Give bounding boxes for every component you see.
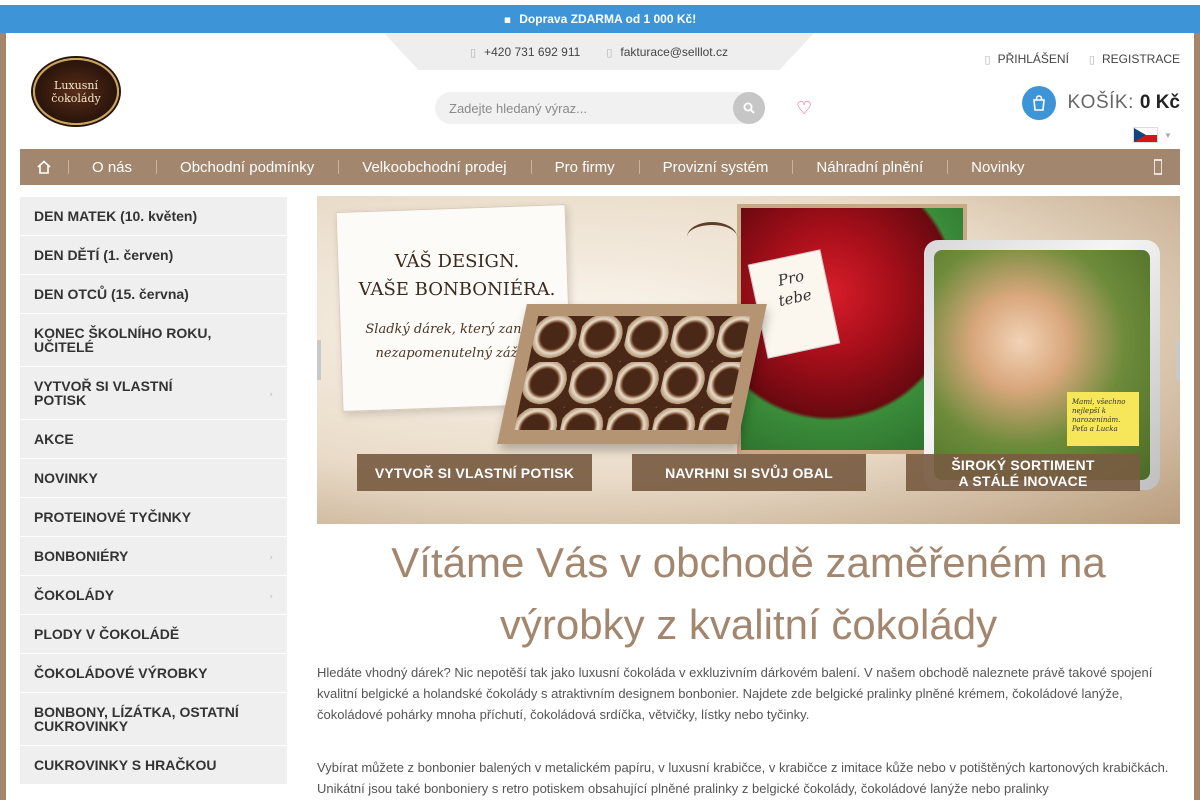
login-label: PŘIHLÁŠENÍ [997, 52, 1069, 66]
sidebar-item-chocolates[interactable]: ČOKOLÁDY › [20, 576, 287, 615]
hero-arrow-graphic [687, 222, 737, 252]
logo-line-1: Luxusní [54, 78, 98, 92]
sidebar-item-label: CUKROVINKY S HRAČKOU [34, 757, 217, 773]
search-icon [743, 102, 755, 114]
category-sidebar: DEN MATEK (10. květen) DEN DĚTÍ (1. červ… [20, 197, 287, 785]
cta-wide-assortment-line-2: A STÁLÉ INOVACE [958, 472, 1088, 489]
login-link[interactable]: ▯ PŘIHLÁŠENÍ [985, 52, 1069, 66]
chevron-right-icon: › [269, 553, 273, 563]
cart-icon [1021, 86, 1056, 120]
phone-contact[interactable]: ▯ +420 731 692 911 [470, 45, 580, 59]
cta-wide-assortment-line-1: ŠIROKÝ SORTIMENT [951, 456, 1095, 473]
hero-card-title: VÁŠ DESIGN. VAŠE BONBONIÉRA. [357, 248, 557, 304]
search-box [435, 92, 765, 124]
menu-icon [1154, 159, 1162, 175]
promo-text: Doprava ZDARMA od 1 000 Kč! [519, 12, 697, 26]
czech-flag-icon [1133, 127, 1158, 143]
cta-wide-assortment[interactable]: ŠIROKÝ SORTIMENT A STÁLÉ INOVACE [906, 454, 1140, 491]
intro-paragraph-1: Hledáte vhodný dárek? Nic nepotěší tak j… [317, 665, 1153, 722]
sidebar-item-label: ČOKOLÁDY [34, 587, 115, 603]
language-selector[interactable]: ▼ [1133, 127, 1172, 143]
truck-icon: ▪ [503, 12, 512, 26]
cta-design-cover[interactable]: NAVRHNI SI SVŮJ OBAL [632, 454, 866, 491]
sidebar-item-label: BONBONY, LÍZÁTKA, OSTATNÍ CUKROVINKY [34, 704, 239, 734]
site-logo[interactable]: Luxusní čokolády [33, 58, 119, 125]
search-input[interactable] [449, 92, 729, 124]
sidebar-item-new[interactable]: NOVINKY [20, 459, 287, 498]
home-link[interactable] [20, 149, 68, 185]
sidebar-item-label: ČOKOLÁDOVÉ VÝROBKY [34, 665, 208, 681]
promo-bar: ▪ Doprava ZDARMA od 1 000 Kč! [0, 5, 1200, 33]
logo-line-2: čokolády [51, 91, 101, 105]
slider-next-button[interactable] [1176, 340, 1180, 380]
photo-note: Mami, všechno nejlepší k narozeninám. Pe… [1067, 392, 1139, 446]
cta-custom-print[interactable]: VYTVOŘ SI VLASTNÍ POTISK [357, 454, 592, 491]
email-contact[interactable]: ▯ fakturace@selllot.cz [606, 45, 728, 59]
sidebar-item-fathers-day[interactable]: DEN OTCŮ (15. června) [20, 275, 287, 314]
chevron-right-icon: › [269, 592, 273, 602]
user-icon: ▯ [1088, 53, 1095, 66]
nav-item-about[interactable]: O nás [68, 149, 156, 185]
register-link[interactable]: ▯ REGISTRACE [1089, 52, 1180, 66]
sidebar-item-label: AKCE [34, 431, 74, 447]
welcome-heading: Vítáme Vás v obchodě zaměřeném na výrobk… [317, 532, 1180, 656]
nav-item-news[interactable]: Novinky [947, 149, 1048, 185]
hero-banner[interactable]: VÁŠ DESIGN. VAŠE BONBONIÉRA. Sladký dáre… [317, 196, 1180, 524]
chocolate-box-image [497, 304, 767, 444]
search-button[interactable] [733, 92, 765, 124]
sidebar-item-label: VYTVOŘ SI VLASTNÍ POTISK [34, 378, 173, 408]
hero-card-title-line-1: VÁŠ DESIGN. [394, 251, 520, 272]
register-label: REGISTRACE [1101, 52, 1180, 66]
cart-total: 0 Kč [1139, 92, 1180, 113]
main-nav: O nás Obchodní podmínky Velkoobchodní pr… [20, 149, 1180, 185]
chevron-down-icon: ▼ [1164, 130, 1172, 140]
nav-item-wholesale[interactable]: Velkoobchodní prodej [338, 149, 530, 185]
sidebar-item-mothers-day[interactable]: DEN MATEK (10. květen) [20, 197, 287, 236]
intro-paragraph-2: Vybírat můžete z bonbonier balených v me… [317, 760, 1169, 796]
envelope-icon: ▯ [606, 45, 613, 59]
wishlist-heart-icon[interactable]: ♡ [796, 98, 812, 119]
sidebar-item-protein-bars[interactable]: PROTEINOVÉ TYČINKY [20, 498, 287, 537]
custom-photo-tin: Mami, všechno nejlepší k narozeninám. Pe… [924, 240, 1160, 490]
contact-bar: ▯ +420 731 692 911 ▯ fakturace@selllot.cz [384, 33, 814, 70]
sidebar-item-school-end[interactable]: KONEC ŠKOLNÍHO ROKU, UČITELÉ [20, 314, 287, 367]
nav-item-substitute[interactable]: Náhradní plnění [792, 149, 947, 185]
nav-item-companies[interactable]: Pro firmy [530, 149, 639, 185]
slider-prev-button[interactable] [317, 340, 321, 380]
sidebar-item-label: DEN DĚTÍ (1. červen) [34, 247, 174, 263]
photo-image: Mami, všechno nejlepší k narozeninám. Pe… [934, 250, 1150, 480]
sidebar-item-label: NOVINKY [34, 470, 98, 486]
lock-icon: ▯ [984, 53, 991, 66]
sidebar-item-candies-with-toy[interactable]: CUKROVINKY S HRAČKOU [20, 746, 287, 785]
sidebar-item-label: DEN OTCŮ (15. června) [34, 286, 189, 302]
account-links: ▯ PŘIHLÁŠENÍ ▯ REGISTRACE [985, 52, 1181, 66]
page-frame-right [1194, 33, 1200, 800]
email-address: fakturace@selllot.cz [620, 44, 728, 59]
sidebar-item-candies[interactable]: BONBONY, LÍZÁTKA, OSTATNÍ CUKROVINKY [20, 693, 287, 746]
sidebar-item-label: PLODY V ČOKOLÁDĚ [34, 626, 180, 642]
chevron-right-icon: › [269, 390, 273, 400]
sidebar-item-childrens-day[interactable]: DEN DĚTÍ (1. červen) [20, 236, 287, 275]
cart-label: KOŠÍK: [1067, 92, 1134, 113]
cart-widget[interactable]: KOŠÍK: 0 Kč [1021, 86, 1180, 120]
sidebar-item-custom-print[interactable]: VYTVOŘ SI VLASTNÍ POTISK › [20, 367, 287, 420]
hero-card-title-line-2: VAŠE BONBONIÉRA. [358, 279, 556, 300]
home-icon [37, 160, 51, 174]
sidebar-item-label: KONEC ŠKOLNÍHO ROKU, UČITELÉ [34, 325, 212, 355]
sidebar-item-label: DEN MATEK (10. květen) [34, 208, 198, 224]
nav-item-commission[interactable]: Provizní systém [638, 149, 793, 185]
nav-item-terms[interactable]: Obchodní podmínky [156, 149, 338, 185]
phone-icon: ▯ [470, 45, 477, 59]
welcome-line-2: výrobky z kvalitní čokolády [499, 601, 998, 648]
sidebar-item-label: PROTEINOVÉ TYČINKY [34, 509, 192, 525]
sidebar-item-sale[interactable]: AKCE [20, 420, 287, 459]
sidebar-item-label: BONBONIÉRY [34, 548, 129, 564]
sidebar-item-chocolate-products[interactable]: ČOKOLÁDOVÉ VÝROBKY [20, 654, 287, 693]
phone-number: +420 731 692 911 [484, 44, 581, 59]
welcome-line-1: Vítáme Vás v obchodě zaměřeném na [391, 539, 1106, 586]
sidebar-item-bonbonieres[interactable]: BONBONIÉRY › [20, 537, 287, 576]
page-frame-left [0, 33, 6, 800]
sidebar-item-fruits-in-chocolate[interactable]: PLODY V ČOKOLÁDĚ [20, 615, 287, 654]
menu-toggle-button[interactable] [1148, 157, 1168, 177]
